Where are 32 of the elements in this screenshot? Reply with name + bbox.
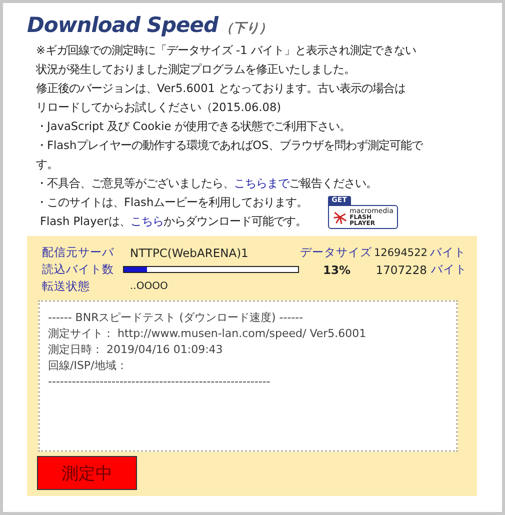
notice-text: ・このサイトは、Flashムービーを利用しております。 (36, 195, 308, 211)
notice-text: リロードしてからお試しください（2015.06.08) (36, 100, 282, 116)
field-label: 読込バイト数 (42, 262, 115, 277)
transfer-status: ..OOOO (130, 281, 168, 292)
log-line: 測定日時： 2019/04/16 01:09:43 (48, 342, 224, 358)
log-line: 回線/ISP/地域： (48, 358, 128, 374)
notice-text: ※ギガ回線での測定時に「データサイズ -1 バイト」と表示され測定できない (36, 43, 417, 59)
unit-label: バイト (431, 262, 467, 277)
notice-text: ・JavaScript 及び Cookie が使用できる状態でご利用下さい。 (36, 119, 352, 135)
page-title: Download Speed (27, 13, 218, 37)
page-subtitle: （下り） (220, 20, 272, 37)
log-line: -------------------------------------------------------- (48, 374, 272, 390)
notice-text: 修正後のバージョンは、Ver5.6001 となっております。古い表示の場合は (36, 81, 407, 97)
contact-link[interactable]: こちらまで (234, 177, 289, 190)
field-label: データサイズ (300, 245, 372, 260)
data-size-value: 12694522 (374, 246, 428, 258)
bytes-read-value: 1707228 (375, 262, 427, 276)
notice-text: す。 (36, 157, 59, 173)
notice-text: ・Flashプレイヤーの動作する環境であればOS、ブラウザを問わず測定可能で (36, 138, 424, 154)
unit-label: バイト (430, 245, 466, 260)
log-line: ------ BNRスピードテスト (ダウンロード速度) ------ (48, 310, 304, 326)
flash-logo-icon (332, 210, 347, 224)
field-label: 転送状態 (42, 279, 91, 294)
download-link[interactable]: こちら (130, 215, 164, 228)
notice-text: Flash Playerは、こちらからダウンロード可能です。 (39, 214, 308, 230)
server-name: NTTPC(WebARENA)1 (130, 246, 250, 260)
notice-text: ・不具合、ご意見等がございましたら、こちらまでご報告ください。 (36, 176, 378, 192)
result-log-area[interactable]: ------ BNRスピードテスト (ダウンロード速度) ------ 測定サイト： http://www.musen-lan.com/speed/ Ver5.6001 測定日時： 2019/04/16 01:09:43 回線/ISP/地域： -------------------------------------------------------- (38, 300, 458, 452)
progress-percent: 13% (323, 262, 352, 276)
log-line: 測定サイト： http://www.musen-lan.com/speed/ Ver5.6001 (48, 326, 368, 342)
notice-text: 状況が発生しておりました測定プログラムを修正いたしました。 (36, 62, 356, 78)
field-label: 配信元サーバ (42, 245, 115, 260)
